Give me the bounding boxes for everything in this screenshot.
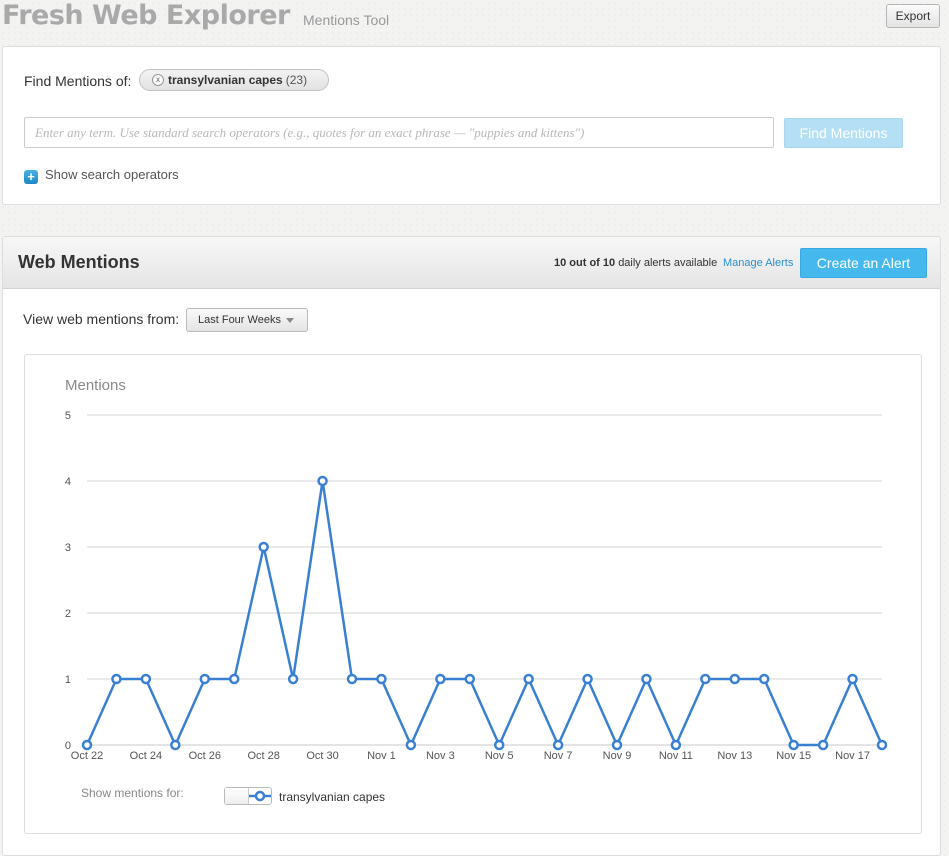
data-point bbox=[435, 673, 446, 685]
chip-count: (23) bbox=[285, 73, 308, 87]
x-tick-label: Nov 15 bbox=[776, 750, 811, 762]
legend-label: Show mentions for: bbox=[81, 786, 184, 800]
mentions-line-chart: Mentions012345Oct 22 Oct 24 Oct 26 Oct 28 Oc… bbox=[65, 377, 888, 762]
search-input[interactable] bbox=[24, 117, 774, 148]
data-point bbox=[582, 673, 593, 685]
x-tick-label: Nov 13 bbox=[717, 750, 752, 762]
export-button[interactable]: Export bbox=[886, 4, 940, 28]
data-point bbox=[81, 739, 93, 751]
find-mentions-button[interactable]: Find Mentions bbox=[784, 118, 903, 148]
data-point bbox=[258, 541, 269, 553]
x-tick-label: Oct 22 bbox=[71, 750, 103, 762]
data-point bbox=[317, 475, 328, 487]
data-point bbox=[611, 739, 623, 751]
web-mentions-header: Web Mentions 10 out of 10 daily alerts a… bbox=[3, 237, 940, 289]
web-mentions-panel: Web Mentions 10 out of 10 daily alerts a… bbox=[2, 236, 941, 856]
y-tick-label: 4 bbox=[65, 476, 71, 488]
y-tick-label: 3 bbox=[65, 542, 71, 554]
x-tick-label: Oct 30 bbox=[306, 750, 338, 762]
data-point bbox=[758, 673, 770, 685]
data-point bbox=[405, 739, 417, 751]
data-point bbox=[729, 673, 741, 685]
data-point bbox=[641, 673, 652, 685]
data-point bbox=[170, 739, 181, 751]
app-title: Fresh Web Explorer bbox=[2, 0, 290, 31]
show-search-operators-toggle[interactable]: + Show search operators bbox=[24, 167, 179, 184]
date-range-value: Last Four Weeks bbox=[198, 314, 281, 326]
x-tick-label: Nov 17 bbox=[835, 750, 870, 762]
y-tick-label: 1 bbox=[65, 674, 71, 686]
data-point bbox=[111, 673, 122, 685]
legend-series-name: transylvanian capes bbox=[279, 790, 386, 804]
data-point bbox=[199, 673, 211, 685]
x-tick-label: Oct 28 bbox=[247, 750, 279, 762]
x-tick-label: Oct 24 bbox=[130, 750, 162, 762]
search-term-chip: x transylvanian capes (23) bbox=[139, 69, 329, 91]
data-point bbox=[817, 739, 829, 751]
app-subtitle: Mentions Tool bbox=[303, 12, 390, 28]
plus-icon: + bbox=[24, 170, 38, 184]
x-tick-label: Nov 11 bbox=[659, 750, 693, 762]
data-point bbox=[700, 673, 711, 685]
search-panel: Find Mentions of: x transylvanian capes(… bbox=[2, 46, 941, 205]
find-mentions-label: Find Mentions of: bbox=[24, 73, 132, 89]
data-point bbox=[552, 739, 564, 751]
series-toggle[interactable] bbox=[224, 787, 272, 805]
chart-title: Mentions bbox=[65, 377, 126, 394]
x-tick-label: Nov 5 bbox=[485, 750, 514, 762]
remove-term-icon[interactable]: x bbox=[152, 74, 164, 86]
view-mentions-label: View web mentions from: bbox=[23, 311, 180, 327]
data-point bbox=[847, 673, 858, 685]
alerts-count: 10 out of 10 bbox=[554, 257, 616, 269]
mentions-chart: Mentions 0 1 2 3 4 5 Oct 22 Oct 24 Oct 26 Oct 28 Oc… bbox=[24, 354, 922, 834]
y-tick-label: 2 bbox=[65, 608, 71, 620]
data-point bbox=[788, 739, 799, 751]
toggle-knob bbox=[225, 788, 249, 804]
data-point bbox=[140, 673, 152, 685]
x-tick-label: Nov 3 bbox=[426, 750, 455, 762]
data-point bbox=[376, 673, 387, 685]
chevron-down-icon bbox=[286, 318, 294, 323]
chip-term-label: transylvanian capes bbox=[168, 73, 283, 87]
data-point bbox=[228, 673, 240, 685]
x-tick-label: Nov 9 bbox=[603, 750, 632, 762]
x-tick-label: Oct 26 bbox=[189, 750, 221, 762]
manage-alerts-link[interactable]: Manage Alerts bbox=[723, 257, 793, 269]
y-tick-label: 5 bbox=[65, 410, 71, 422]
data-point bbox=[464, 673, 476, 685]
x-tick-label: Nov 7 bbox=[544, 750, 573, 762]
data-point bbox=[876, 739, 888, 751]
alerts-available-text: 10 out of 10 daily alerts available bbox=[554, 257, 717, 269]
create-alert-button[interactable]: Create an Alert bbox=[800, 248, 927, 278]
show-search-operators-label: Show search operators bbox=[45, 167, 179, 182]
data-point bbox=[493, 739, 505, 751]
date-range-select[interactable]: Last Four Weeks bbox=[186, 308, 308, 332]
alerts-suffix: daily alerts available bbox=[618, 257, 718, 269]
series-line-icon bbox=[249, 790, 271, 802]
data-point bbox=[346, 673, 358, 685]
panel-title: Web Mentions bbox=[18, 252, 140, 272]
data-point bbox=[670, 739, 682, 751]
x-tick-label: Nov 1 bbox=[367, 750, 396, 762]
data-point bbox=[523, 673, 534, 685]
data-point bbox=[287, 673, 299, 685]
